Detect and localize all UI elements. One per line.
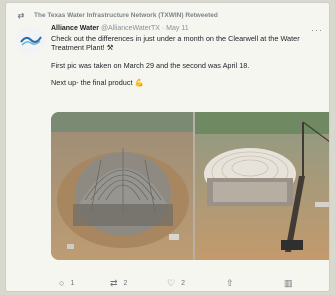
share-icon: ⇧ [226, 277, 234, 288]
tweet-actions: ○ 1 ⇄ 2 ♡ 2 ⇧ ▥ [51, 277, 317, 289]
analytics-button[interactable]: ▥ [284, 278, 293, 289]
share-button[interactable]: ⇧ [226, 278, 234, 289]
construction-photo-march[interactable] [51, 112, 193, 260]
retweet-button[interactable]: ⇄ 2 [110, 278, 127, 289]
author-handle[interactable]: @AllianceWaterTX [101, 25, 160, 32]
retweet-count: 2 [123, 279, 128, 287]
retweet-text[interactable]: The Texas Water Infrastructure Network (… [34, 12, 218, 19]
tweet-content: Alliance Water @AllianceWaterTX · May 11… [51, 24, 319, 87]
tweet-text-line1: Check out the differences in just under … [51, 34, 300, 53]
tweet-card[interactable]: ⇄ The Texas Water Infrastructure Network… [6, 3, 329, 291]
retweet-action-icon: ⇄ [110, 277, 118, 288]
analytics-icon: ▥ [284, 277, 293, 288]
construction-photo-april[interactable] [195, 112, 329, 260]
like-button[interactable]: ♡ 2 [167, 278, 185, 289]
reply-count: 1 [70, 279, 75, 287]
tweet-header: Alliance Water @AllianceWaterTX · May 11 [51, 24, 319, 33]
reply-button[interactable]: ○ 1 [59, 278, 74, 288]
tweet-text-line3: Next up- the final product 💪 [51, 77, 144, 87]
avatar[interactable] [16, 25, 46, 55]
like-count: 2 [181, 279, 185, 287]
construction-photo-april-image [195, 112, 329, 260]
reply-icon: ○ [59, 278, 65, 288]
retweet-context: ⇄ The Texas Water Infrastructure Network… [14, 9, 321, 21]
separator: · [161, 25, 165, 32]
tweet-media[interactable] [51, 112, 329, 260]
construction-photo-march-image [51, 112, 193, 260]
tweet-date[interactable]: May 11 [166, 25, 188, 32]
author-name[interactable]: Alliance Water [51, 25, 99, 32]
tweet-text-line2: First pic was taken on March 29 and the … [51, 60, 250, 70]
alliance-water-logo-icon [20, 36, 42, 46]
retweet-icon: ⇄ [17, 10, 25, 20]
heart-icon: ♡ [167, 277, 176, 288]
